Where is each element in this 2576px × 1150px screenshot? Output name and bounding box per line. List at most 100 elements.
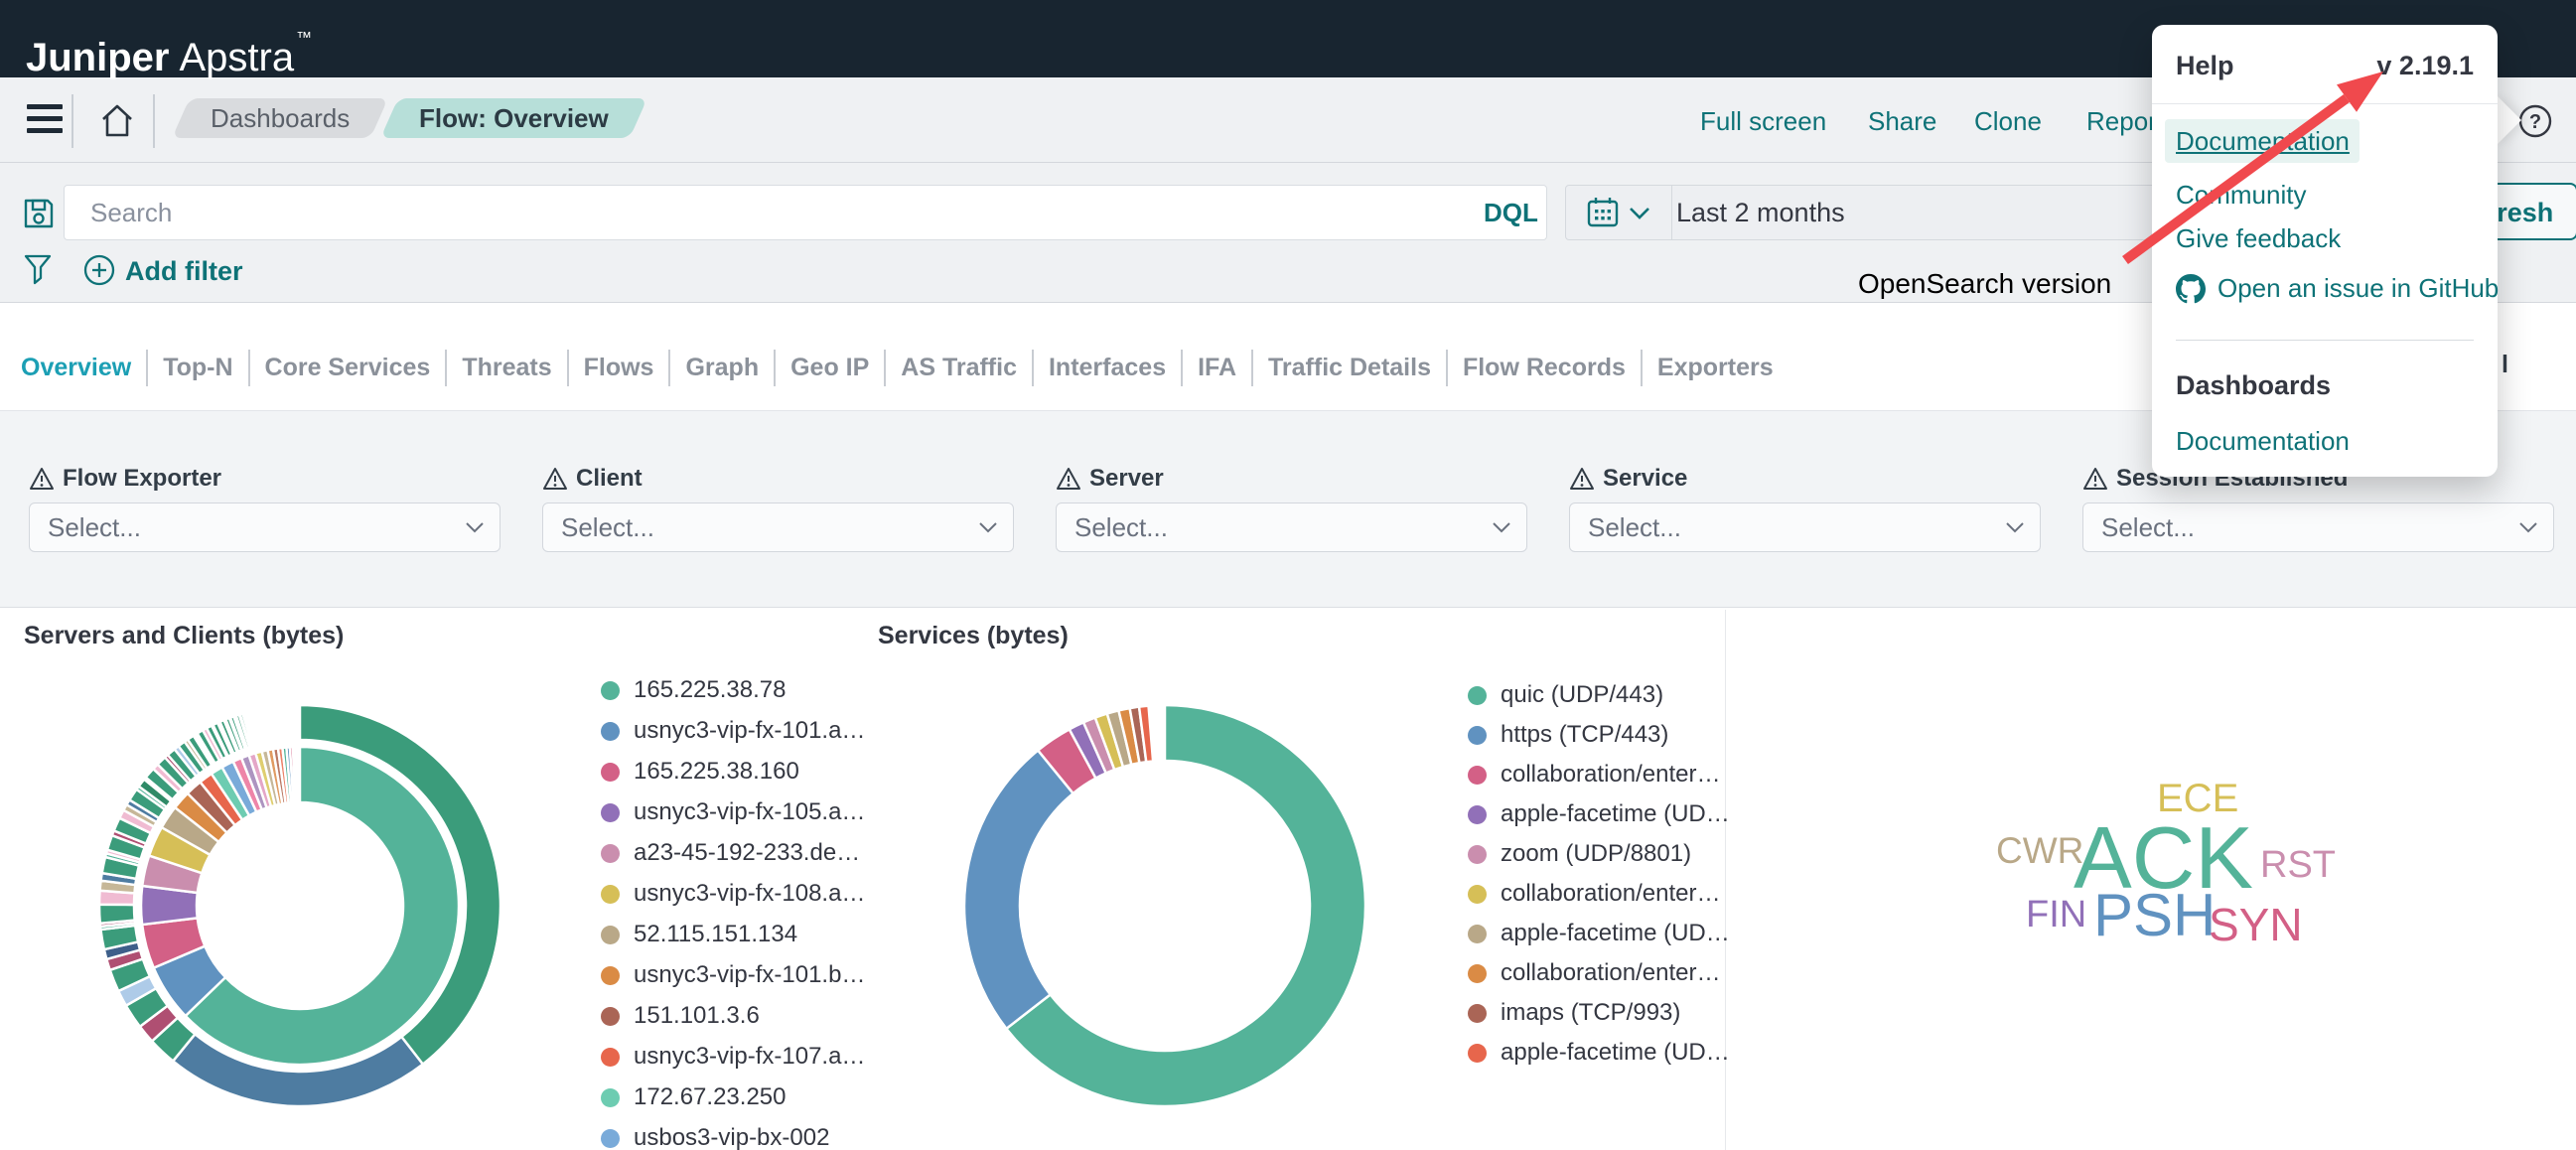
calendar-icon[interactable] [1587,197,1619,228]
server-select[interactable]: Select... [1056,503,1527,552]
client-select[interactable]: Select... [542,503,1014,552]
filter-funnel-icon[interactable] [24,254,52,286]
tab-flows[interactable]: Flows [567,350,669,386]
tab-traffic-details[interactable]: Traffic Details [1251,350,1446,386]
juniper-apstra-logo: JuniperApstra™ [26,0,312,77]
tab-ifa[interactable]: IFA [1181,350,1251,386]
legend-item[interactable]: 165.225.38.160 [601,760,865,784]
legend-color-dot [601,1048,620,1067]
legend-item[interactable]: usnyc3-vip-fx-101.b… [601,963,865,987]
time-picker-separator [1671,186,1672,239]
legend-item[interactable]: usnyc3-vip-fx-105.a… [601,800,865,824]
legend-label: usnyc3-vip-fx-101.b… [634,961,865,989]
legend-item[interactable]: collaboration/enter… [1468,961,1730,985]
select-placeholder: Select... [2101,503,2195,551]
legend-item[interactable]: apple-facetime (UD… [1468,1041,1730,1065]
tab-flow-records[interactable]: Flow Records [1446,350,1641,386]
legend-item[interactable]: 151.101.3.6 [601,1004,865,1028]
clipped-heading-fragment: l [2502,351,2508,379]
legend-item[interactable]: usnyc3-vip-fx-108.a… [601,882,865,906]
legend-label: 172.67.23.250 [634,1083,786,1111]
tagcloud-word-syn[interactable]: SYN [2209,902,2303,947]
home-icon[interactable] [99,102,135,140]
service-select[interactable]: Select... [1569,503,2041,552]
tagcloud-word-psh[interactable]: PSH [2093,886,2216,945]
add-filter-button[interactable]: Add filter [125,255,243,287]
full-screen-button[interactable]: Full screen [1700,106,1826,136]
save-query-icon[interactable] [22,197,56,230]
legend-servers-clients: 165.225.38.78 usnyc3-vip-fx-101.a… 165.2… [601,678,865,1150]
tab-threats[interactable]: Threats [445,350,566,386]
legend-label: collaboration/enter… [1501,959,1720,987]
tab-interfaces[interactable]: Interfaces [1032,350,1181,386]
tab-overview[interactable]: Overview [21,350,146,386]
query-language-dql[interactable]: DQL [1484,198,1538,228]
select-placeholder: Select... [561,503,654,551]
search-input[interactable] [64,185,1547,240]
help-link-documentation[interactable]: Documentation [2176,126,2350,156]
legend-item[interactable]: usnyc3-vip-fx-107.a… [601,1045,865,1069]
legend-color-dot [601,681,620,700]
legend-label: 52.115.151.134 [634,921,797,948]
github-icon [2176,274,2206,304]
help-question-icon[interactable]: ? [2518,104,2552,138]
opensearch-version-annotation: OpenSearch version [1858,268,2111,300]
chevron-down-icon [2006,522,2024,533]
legend-color-dot [1468,964,1487,983]
calendar-chevron-down-icon[interactable] [1629,207,1650,220]
legend-item[interactable]: a23-45-192-233.de… [601,841,865,865]
tab-graph[interactable]: Graph [668,350,774,386]
legend-color-dot [601,926,620,944]
help-popup-title: Help [2176,51,2234,81]
legend-item[interactable]: collaboration/enter… [1468,882,1730,906]
legend-item[interactable]: usnyc3-vip-fx-101.a… [601,719,865,743]
tab-as-traffic[interactable]: AS Traffic [884,350,1032,386]
warning-triangle-icon [1569,467,1595,491]
legend-item[interactable]: 52.115.151.134 [601,923,865,946]
chevron-down-icon [466,522,484,533]
tab-exporters[interactable]: Exporters [1641,350,1789,386]
tagcloud-word-cwr[interactable]: CWR [1996,832,2083,869]
tagcloud-word-rst[interactable]: RST [2260,846,2336,884]
help-link-github-issue[interactable]: Open an issue in GitHub [2176,273,2499,304]
add-plus-circle-icon[interactable] [83,254,115,286]
reporting-button-clipped[interactable]: Repor [2086,106,2157,136]
menu-hamburger-icon[interactable] [26,102,64,136]
legend-color-dot [601,885,620,904]
legend-item[interactable]: https (TCP/443) [1468,723,1730,747]
legend-item[interactable]: usbos3-vip-bx-002 [601,1126,865,1150]
legend-item[interactable]: 172.67.23.250 [601,1085,865,1109]
dashboards-link-documentation[interactable]: Documentation [2176,426,2350,456]
popup-section-dashboards: Dashboards [2176,370,2331,401]
legend-item[interactable]: quic (UDP/443) [1468,683,1730,707]
legend-label: usnyc3-vip-fx-108.a… [634,880,865,908]
legend-item[interactable]: imaps (TCP/993) [1468,1001,1730,1025]
legend-color-dot [601,1007,620,1026]
session-established-select[interactable]: Select... [2082,503,2554,552]
breadcrumb-tab-dashboards[interactable]: Dashboards [172,98,388,138]
tab-geo-ip[interactable]: Geo IP [774,350,884,386]
warning-triangle-icon [542,467,568,491]
clone-button[interactable]: Clone [1974,106,2042,136]
tab-core-services[interactable]: Core Services [248,350,446,386]
breadcrumb-tab-flow-overview[interactable]: Flow: Overview [380,98,647,138]
legend-label: usnyc3-vip-fx-107.a… [634,1043,865,1071]
flow-exporter-select[interactable]: Select... [29,503,501,552]
legend-color-dot [1468,1044,1487,1063]
legend-item[interactable]: apple-facetime (UD… [1468,802,1730,826]
legend-label: 165.225.38.78 [634,676,786,704]
help-link-community[interactable]: Community [2176,180,2306,210]
tab-top-n[interactable]: Top-N [146,350,247,386]
legend-item[interactable]: apple-facetime (UD… [1468,922,1730,945]
tagcloud-word-fin[interactable]: FIN [2026,896,2086,934]
help-link-give-feedback[interactable]: Give feedback [2176,223,2341,253]
legend-item[interactable]: collaboration/enter… [1468,763,1730,787]
legend-item[interactable]: zoom (UDP/8801) [1468,842,1730,866]
share-button[interactable]: Share [1868,106,1936,136]
legend-item[interactable]: 165.225.38.78 [601,678,865,702]
time-range-value[interactable]: Last 2 months [1676,185,1845,240]
legend-label: collaboration/enter… [1501,761,1720,789]
legend-label: imaps (TCP/993) [1501,999,1680,1027]
filter-label-row: Service [1569,465,1687,493]
toolbar-separator [153,94,155,148]
